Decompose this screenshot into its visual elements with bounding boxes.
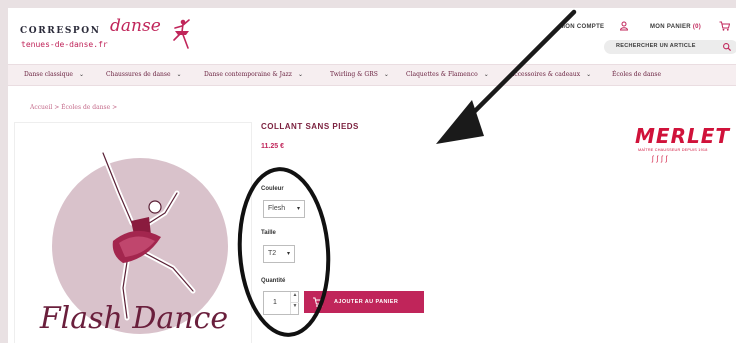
product-image-caption: Flash Dance [39, 301, 228, 336]
chevron-up-icon[interactable]: ▲ [290, 292, 299, 303]
chevron-down-icon[interactable]: ▼ [290, 303, 299, 314]
taille-select[interactable]: T2 ▾ [263, 245, 295, 263]
breadcrumb[interactable]: Accueil > Écoles de danse > [30, 104, 117, 111]
chevron-down-icon: ⌄ [176, 71, 182, 78]
nav-label: Danse contemporaine & Jazz [204, 71, 292, 78]
quantite-label: Quantité [261, 278, 286, 284]
logo-domain: tenues-de-danse.fr [21, 40, 108, 49]
add-to-cart-button[interactable]: AJOUTER AU PANIER [304, 291, 424, 313]
nav-label: Écoles de danse [612, 71, 662, 78]
product-price: 11.25 € [261, 143, 284, 150]
cart-add-icon [313, 297, 324, 307]
cart-link[interactable]: MON PANIER (0) [650, 24, 701, 30]
nav-label: Danse classique [24, 71, 73, 78]
chevron-down-icon: ⌄ [483, 71, 489, 78]
main-nav: Danse classique ⌄ Chaussures de danse ⌄ Da… [8, 64, 736, 86]
logo-text: CORRESPON [20, 26, 101, 36]
merlet-tagline: MAÎTRE CHAUSSEUR DEPUIS 1918 [638, 148, 708, 152]
dancer-logo-icon [173, 19, 190, 49]
quantity-stepper[interactable]: 1 ▲ ▼ [263, 291, 299, 315]
flash-dance-logo-image: Flash Dance [39, 150, 228, 336]
nav-item-contemporaine-jazz[interactable]: Danse contemporaine & Jazz ⌄ [204, 71, 303, 78]
product-title: COLLANT SANS PIEDS [261, 122, 359, 131]
nav-label: Claquettes & Flamenco [406, 71, 478, 78]
chevron-down-icon: ⌄ [78, 71, 85, 78]
search-input[interactable]: RECHERCHER UN ARTICLE [616, 43, 696, 49]
taille-label: Taille [261, 230, 276, 236]
chevron-down-icon: ⌄ [586, 71, 592, 78]
merlet-logo-text: MERLET [635, 124, 731, 148]
account-link[interactable]: MON COMPTE [560, 24, 604, 30]
add-to-cart-label: AJOUTER AU PANIER [334, 299, 399, 305]
nav-item-accessoires[interactable]: Accessoires & cadeaux ⌄ [510, 71, 591, 78]
chevron-down-icon: ▾ [286, 251, 290, 257]
chevron-down-icon: ▾ [296, 206, 300, 212]
merlet-decoration: ʃʃʃʃ [652, 156, 671, 163]
nav-item-claquettes[interactable]: Claquettes & Flamenco ⌄ [406, 71, 489, 78]
search-bar[interactable]: RECHERCHER UN ARTICLE [604, 40, 736, 54]
site-logo[interactable]: CORRESPON danse tenues-de-danse.fr [18, 16, 193, 58]
cart-icon[interactable] [719, 21, 730, 31]
couleur-select[interactable]: Flesh ▾ [263, 200, 305, 218]
quantity-input[interactable]: 1 [273, 299, 277, 306]
site-header: CORRESPON danse tenues-de-danse.fr MON C… [8, 8, 736, 60]
taille-value: T2 [268, 250, 277, 257]
cart-count: (0) [692, 24, 702, 30]
account-icon[interactable] [619, 21, 629, 31]
page-frame: CORRESPON danse tenues-de-danse.fr MON C… [8, 8, 736, 343]
logo-script-text: danse [110, 16, 161, 36]
nav-item-twirling[interactable]: Twirling & GRS ⌄ [330, 71, 389, 78]
nav-item-chaussures[interactable]: Chaussures de danse ⌄ [106, 71, 182, 78]
nav-item-danse-classique[interactable]: Danse classique ⌄ [24, 71, 84, 78]
couleur-value: Flesh [268, 205, 286, 212]
couleur-label: Couleur [261, 186, 284, 192]
nav-label: Chaussures de danse [106, 71, 171, 78]
chevron-down-icon: ⌄ [297, 71, 304, 78]
nav-label: Accessoires & cadeaux [510, 71, 581, 78]
nav-item-ecoles[interactable]: Écoles de danse [612, 71, 661, 78]
product-image[interactable]: Flash Dance [14, 122, 252, 343]
chevron-down-icon: ⌄ [383, 71, 389, 78]
nav-label: Twirling & GRS [330, 71, 378, 78]
cart-label: MON PANIER [650, 24, 691, 30]
merlet-brand-banner[interactable]: MERLET MAÎTRE CHAUSSEUR DEPUIS 1918 ʃʃʃʃ [632, 124, 736, 166]
search-icon[interactable] [722, 42, 732, 52]
